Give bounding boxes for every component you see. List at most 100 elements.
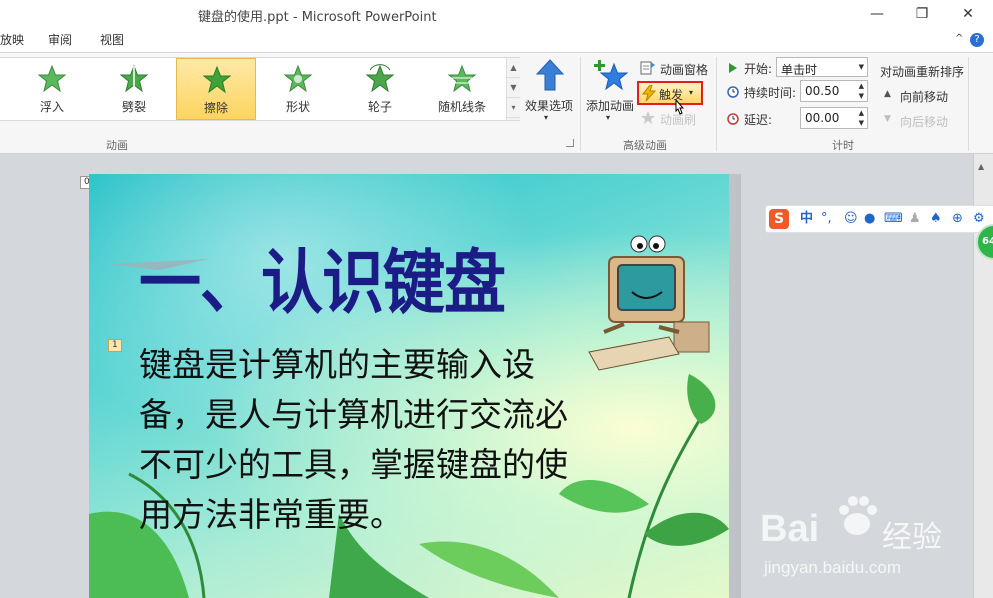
gallery-item-label: 劈裂 [121,100,146,114]
animation-pane-label: 动画窗格 [660,63,709,77]
restore-button[interactable]: ❐ [907,4,937,24]
duration-spinner[interactable]: 00.50 ▲ ▼ [800,80,868,102]
toolbox-icon[interactable]: ⊕ [952,211,963,227]
spin-up-icon[interactable]: ▲ [859,82,864,90]
microphone-icon[interactable]: ● [864,211,875,227]
paw-icon [839,496,877,535]
watermark-url: jingyan.baidu.com [764,558,902,577]
gallery-item-label: 浮入 [39,100,64,114]
help-icon[interactable]: ? [970,33,984,47]
gallery-item-label: 随机线条 [437,100,486,114]
computer-mascot-icon [588,235,710,371]
spin-up-icon[interactable]: ▲ [859,109,864,117]
group-separator [968,57,969,151]
delay-label: 延迟: [744,113,773,127]
close-button[interactable]: ✕ [953,4,983,24]
delay-clock-icon [727,113,739,125]
ime-mode-toggle[interactable]: 中 [800,211,813,227]
gallery-item-random-bars[interactable]: 随机线条 [422,58,502,120]
sogou-logo-icon[interactable]: S [769,209,789,229]
add-animation-button[interactable]: 添加动画 ▾ [584,57,638,133]
dropdown-arrow-icon: ▾ [544,113,549,122]
duration-label: 持续时间: [744,86,797,100]
trigger-button[interactable]: 触发 ▾ [637,81,703,105]
dropdown-arrow-icon: ▾ [606,113,611,122]
collapse-ribbon-icon[interactable]: ^ [955,33,963,44]
duration-value: 00.50 [805,84,840,98]
spin-down-icon[interactable]: ▼ [859,119,864,127]
gallery-item-label: 形状 [285,100,310,114]
dropdown-arrow-icon: ▾ [689,88,694,97]
ribbon-tabs: 放映 审阅 视图 ^ ? [0,28,993,52]
gallery-more-icon[interactable]: ▾ [507,98,520,118]
slide-shadow [729,174,741,598]
emoji-icon[interactable]: ☺ [844,211,858,227]
punctuation-toggle[interactable]: °, [821,211,832,227]
reorder-label: 对动画重新排序 [880,65,965,79]
move-later-label: 向后移动 [900,115,949,129]
animation-gallery: 浮入 劈裂 擦除 形状 轮子 随机线条 ▲ ▼ ▾ [0,57,520,121]
gallery-item-wipe[interactable]: 擦除 [176,58,256,120]
slide-canvas[interactable]: 一、认识键盘 1 键盘是计算机的主要输入设备，是人与计算机进行交流必不可少的工具… [89,174,729,598]
scroll-up-icon[interactable]: ▲ [978,162,984,171]
group-label-animation: 动画 [106,139,128,152]
slide-body-text[interactable]: 键盘是计算机的主要输入设备，是人与计算机进行交流必不可少的工具，掌握键盘的使用方… [139,340,579,540]
ime-toolbar: S 中 °, ☺ ● ⌨ ♟ ♠ ⊕ ⚙ [765,205,993,233]
start-select[interactable]: 单击时 ▼ [776,57,868,77]
watermark-brand-cn: 经验 [882,520,942,555]
lightning-icon [642,85,656,101]
star-icon [284,64,312,93]
start-value: 单击时 [781,63,818,77]
dropdown-arrow-icon: ▼ [858,63,864,71]
group-separator [580,57,581,151]
gallery-scroll-down-icon[interactable]: ▼ [507,78,520,98]
delay-value: 00.00 [805,111,840,125]
gallery-item-float-in[interactable]: 浮入 [12,58,92,120]
move-later-button: ▼ 向后移动 [884,112,964,130]
star-icon [366,64,394,93]
group-label-advanced-animation: 高级动画 [623,139,667,152]
effect-options-button[interactable]: 效果选项 ▾ [522,57,578,133]
gallery-item-split[interactable]: 劈裂 [94,58,174,120]
triangle-up-icon: ▲ [884,89,891,99]
animation-pane-button[interactable]: 动画窗格 [640,59,714,79]
gallery-item-shape[interactable]: 形状 [258,58,338,120]
slide-title[interactable]: 一、认识键盘 [139,226,506,327]
animation-painter-button: 动画刷 [640,109,714,129]
brush-icon [641,111,655,124]
gallery-item-wheel[interactable]: 轮子 [340,58,420,120]
move-earlier-button[interactable]: ▲ 向前移动 [884,87,964,105]
group-label-timing: 计时 [832,139,854,152]
keyboard-icon[interactable]: ⌨ [884,211,903,227]
spin-down-icon[interactable]: ▼ [859,92,864,100]
star-icon [120,64,148,93]
clock-icon [727,86,739,98]
effect-options-label: 效果选项 [525,99,574,113]
minimize-button[interactable]: — [862,4,892,24]
window-title: 键盘的使用.ppt - Microsoft PowerPoint [198,10,437,25]
delay-spinner[interactable]: 00.00 ▲ ▼ [800,107,868,129]
add-animation-label: 添加动画 [586,99,635,113]
play-icon [729,63,737,73]
tab-slideshow[interactable]: 放映 [0,31,24,48]
tab-view[interactable]: 视图 [100,31,124,48]
baidu-watermark: Bai 经验 jingyan.baidu.com [756,488,993,598]
star-icon [203,65,231,94]
animation-tag-1[interactable]: 1 [108,339,122,352]
star-icon [38,64,66,93]
star-icon [448,64,476,93]
skin-icon[interactable]: ♠ [930,211,942,227]
tab-review[interactable]: 审阅 [48,31,72,48]
dialog-launcher-icon[interactable] [566,139,574,147]
gallery-scrollbar[interactable]: ▲ ▼ ▾ [506,58,520,120]
settings-wrench-icon[interactable]: ⚙ [973,211,985,227]
group-separator [716,57,717,151]
user-icon[interactable]: ♟ [909,211,921,227]
animation-pane-icon [640,61,655,75]
triangle-down-icon: ▼ [884,114,891,124]
gallery-item-label: 轮子 [367,100,392,114]
watermark-brand: Bai [760,508,820,550]
gallery-scroll-up-icon[interactable]: ▲ [507,58,520,78]
move-earlier-label: 向前移动 [900,90,949,104]
start-label: 开始: [744,62,773,76]
